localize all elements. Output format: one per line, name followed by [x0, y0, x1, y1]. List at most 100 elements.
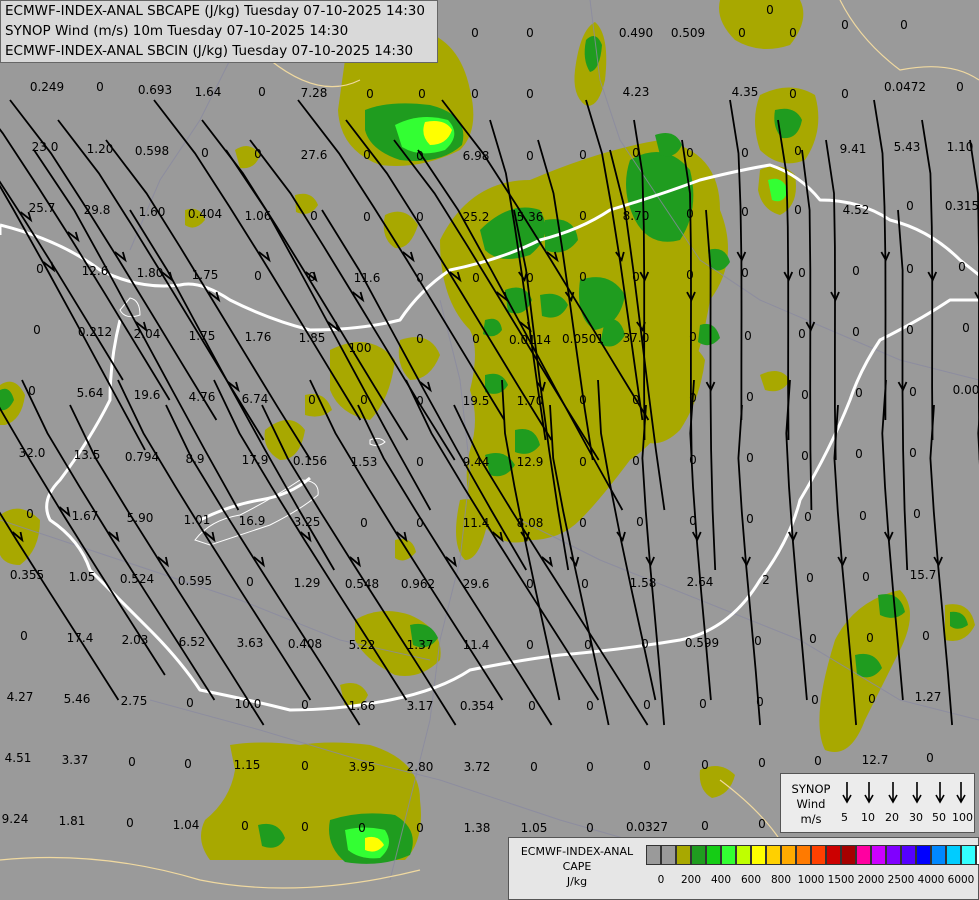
wind-speed-label: 5 [841, 811, 848, 824]
station-value: 0 [258, 85, 266, 99]
station-value: 4.23 [623, 85, 650, 99]
station-value: 0 [852, 325, 860, 339]
station-value: 0 [96, 80, 104, 94]
station-value: 0 [360, 393, 368, 407]
wind-legend: SYNOP Wind m/s 5 10 20 30 50 100 [780, 773, 975, 833]
station-value: 0 [756, 695, 764, 709]
station-value: 0 [636, 515, 644, 529]
station-value: 16.9 [239, 514, 266, 528]
wind-speed-label: 100 [952, 811, 973, 824]
station-value: 5.64 [77, 386, 104, 400]
station-value: 0 [581, 577, 589, 591]
station-value: 1.05 [521, 821, 548, 835]
station-value: 2.64 [687, 575, 714, 589]
station-value: 0.509 [671, 26, 705, 40]
station-value: 25.7 [29, 201, 56, 215]
station-value: 9.41 [840, 142, 867, 156]
station-value: 0 [906, 199, 914, 213]
station-value: 0 [689, 391, 697, 405]
station-value: 0 [363, 210, 371, 224]
cape-color-swatch [871, 845, 886, 865]
station-value: 0 [418, 87, 426, 101]
station-value: 0 [526, 87, 534, 101]
station-value: 29.6 [463, 577, 490, 591]
station-value: 0 [746, 390, 754, 404]
station-value: 0 [471, 26, 479, 40]
station-value: 0 [701, 758, 709, 772]
station-value: 0 [686, 207, 694, 221]
cape-color-swatch [706, 845, 721, 865]
station-value: 0 [301, 698, 309, 712]
station-value: 0 [528, 699, 536, 713]
station-value: 0.599 [685, 636, 719, 650]
station-value: 0 [246, 575, 254, 589]
station-value: 6.52 [179, 635, 206, 649]
station-value: 1.53 [351, 455, 378, 469]
down-arrow-icon [912, 782, 922, 804]
station-value: 0 [962, 321, 970, 335]
station-value: 0 [310, 209, 318, 223]
station-value: 4.51 [5, 751, 32, 765]
station-value: 17.9 [242, 453, 269, 467]
cape-color-swatch [751, 845, 766, 865]
station-value: 0 [308, 270, 316, 284]
station-value: 0 [852, 264, 860, 278]
station-value: 0 [584, 638, 592, 652]
station-value: 32.0 [19, 446, 46, 460]
station-value: 0 [798, 327, 806, 341]
station-value: 0 [862, 570, 870, 584]
station-value: 0 [530, 760, 538, 774]
station-value: 1.60 [139, 205, 166, 219]
station-value: 5.36 [517, 210, 544, 224]
cape-color-swatch [736, 845, 751, 865]
station-value: 1.70 [517, 394, 544, 408]
map-viewport[interactable]: 0 0 0 0 0.490 0.509 0 0 0 0 0 0.249 0 0.693 1.64 0 7.28 0… [0, 0, 979, 900]
station-value: 19.5 [463, 394, 490, 408]
station-value: 5.43 [894, 140, 921, 154]
station-value: 0 [744, 329, 752, 343]
station-value: 0 [579, 455, 587, 469]
down-arrow-icon [888, 782, 898, 804]
station-value: 0 [686, 146, 694, 160]
weather-map[interactable]: 0 0 0 0 0.490 0.509 0 0 0 0 0 0.249 0 0.693 1.64 0 7.28 0… [0, 0, 979, 900]
station-value: 19.6 [134, 388, 161, 402]
station-value: 0 [794, 203, 802, 217]
station-value: 0 [746, 451, 754, 465]
station-value: 0 [472, 271, 480, 285]
wind-speed-label: 20 [885, 811, 899, 824]
station-value: 13.5 [74, 448, 101, 462]
station-value: 2.03 [122, 633, 149, 647]
station-value: 0 [643, 698, 651, 712]
station-value: 0 [801, 388, 809, 402]
station-value: 25.2 [463, 210, 490, 224]
header-line-wind: SYNOP Wind (m/s) 10m Tuesday 07-10-2025 … [5, 23, 349, 39]
station-value: 0 [471, 87, 479, 101]
station-value: 11.4 [463, 516, 490, 530]
station-value: 0.490 [619, 26, 653, 40]
cape-color-swatch [886, 845, 901, 865]
cape-color-swatch [946, 845, 961, 865]
station-value: 2.04 [134, 327, 161, 341]
station-value: 1.04 [173, 818, 200, 832]
down-arrow-icon [842, 782, 852, 804]
station-value: 0 [958, 260, 966, 274]
map-header: ECMWF-INDEX-ANAL SBCAPE (J/kg) Tuesday 0… [0, 0, 438, 63]
station-value: 11.4 [463, 638, 490, 652]
station-value: 0 [363, 148, 371, 162]
station-value: 0 [241, 819, 249, 833]
station-value: 29.8 [84, 203, 111, 217]
station-value: 0 [906, 262, 914, 276]
cape-scale-label: 400 [710, 874, 732, 886]
station-value: 1.10 [947, 140, 974, 154]
station-value: 3.95 [349, 760, 376, 774]
station-value: 0 [686, 268, 694, 282]
station-value: 0 [741, 205, 749, 219]
station-value: 2.80 [407, 760, 434, 774]
station-value: 27.6 [301, 148, 328, 162]
cape-color-swatch [661, 845, 676, 865]
header-line-cin: ECMWF-INDEX-ANAL SBCIN (J/kg) Tuesday 07… [5, 43, 414, 59]
cape-scale-label: 0 [657, 874, 665, 886]
cape-color-swatch [901, 845, 916, 865]
station-value: 3.17 [407, 699, 434, 713]
wind-legend-arrows [842, 782, 966, 804]
